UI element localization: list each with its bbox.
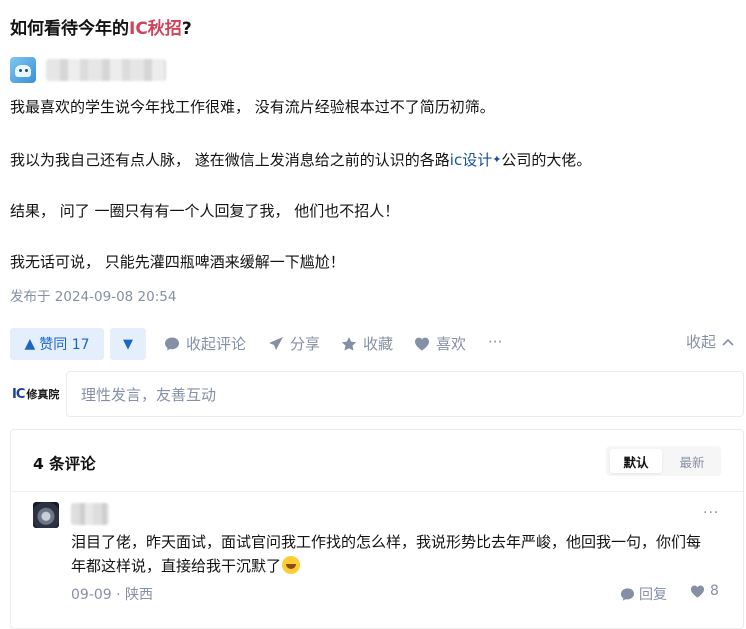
comment-meta: 09-09 · 陕西: [71, 587, 154, 603]
upvote-label: 赞同 17: [39, 337, 90, 353]
more-actions-button[interactable]: ···: [488, 333, 502, 351]
downvote-button[interactable]: ▼: [110, 328, 146, 360]
comment-like-count: 8: [710, 583, 719, 599]
share-button[interactable]: 分享: [268, 333, 320, 354]
favorite-label: 收藏: [363, 335, 394, 353]
question-title-highlight: IC秋招: [129, 19, 182, 39]
author-name-blurred[interactable]: [46, 59, 166, 81]
heart-icon: [415, 337, 429, 350]
commenter-name-blurred[interactable]: [71, 503, 109, 525]
reply-label: 回复: [639, 587, 667, 603]
ic-design-link[interactable]: ic设计: [450, 151, 492, 169]
comment-text-body: 泪目了佬，昨天面试，面试官问我工作找的怎么样，我说形势比去年严峻，他回我一句，你…: [71, 533, 702, 575]
upvote-button[interactable]: ▲ 赞同 17: [10, 328, 104, 360]
answer-paragraph-4: 我无话可说， 只能先灌四瓶啤酒来缓解一下尴尬！: [10, 253, 345, 271]
answer-paragraph-2-text: 我以为我自己还有点人脉， 遂在微信上发消息给之前的认识的各路: [10, 151, 450, 169]
comment-bubble-icon: [165, 337, 179, 350]
share-label: 分享: [290, 335, 321, 353]
brand-logo-name: 修真院: [26, 388, 60, 401]
triangle-up-icon: ▲: [24, 336, 36, 352]
brand-logo: IC 修真院: [12, 386, 59, 402]
laughing-emoji-icon: [282, 556, 301, 574]
comment-more-button[interactable]: ···: [703, 505, 719, 521]
question-title[interactable]: 如何看待今年的IC秋招?: [10, 14, 192, 39]
comment-text: 泪目了佬，昨天面试，面试官问我工作找的怎么样，我说形势比去年严峻，他回我一句，你…: [71, 530, 711, 578]
question-title-prefix: 如何看待今年的: [10, 19, 129, 39]
heart-icon: [690, 585, 705, 598]
sort-default-tab[interactable]: 默认: [610, 449, 662, 473]
comment-input[interactable]: 理性发言，友善互动: [66, 371, 744, 417]
brand-logo-mark: IC: [12, 386, 25, 402]
answer-paragraph-1: 我最喜欢的学生说今年找工作很难， 没有流片经验根本过不了简历初筛。: [10, 98, 495, 116]
collapse-comments-label: 收起评论: [186, 335, 247, 353]
like-button[interactable]: 喜欢: [414, 333, 466, 354]
comment-bubble-icon: [620, 587, 635, 601]
paper-plane-icon: [269, 336, 283, 350]
collapse-answer-button[interactable]: 收起: [686, 331, 734, 352]
sort-latest-tab[interactable]: 最新: [666, 449, 718, 473]
collapse-label: 收起: [686, 333, 717, 351]
author-avatar[interactable]: [10, 57, 36, 83]
more-actions-label: ···: [488, 333, 503, 351]
comment-like-button[interactable]: 8: [690, 583, 719, 599]
commenter-avatar[interactable]: [33, 502, 59, 528]
divider: [11, 491, 743, 492]
triangle-down-icon: ▼: [123, 336, 133, 352]
answer-paragraph-2-tail: 公司的大佬。: [501, 151, 592, 169]
star-icon: [341, 336, 357, 351]
answer-paragraph-2: 我以为我自己还有点人脉， 遂在微信上发消息给之前的认识的各路ic设计✦公司的大佬…: [10, 149, 591, 171]
comment-input-placeholder: 理性发言，友善互动: [81, 385, 217, 404]
answer-paragraph-3: 结果， 问了 一圈只有有一个人回复了我， 他们也不招人！: [10, 202, 400, 220]
comment-count: 4 条评论: [33, 455, 96, 473]
publish-time: 发布于 2024-09-08 20:54: [10, 289, 177, 305]
chevron-up-icon: [722, 338, 734, 346]
reply-button[interactable]: 回复: [620, 584, 667, 604]
favorite-button[interactable]: 收藏: [341, 333, 393, 354]
like-label: 喜欢: [436, 335, 467, 353]
collapse-comments-button[interactable]: 收起评论: [164, 333, 246, 354]
question-title-suffix: ?: [181, 19, 192, 39]
